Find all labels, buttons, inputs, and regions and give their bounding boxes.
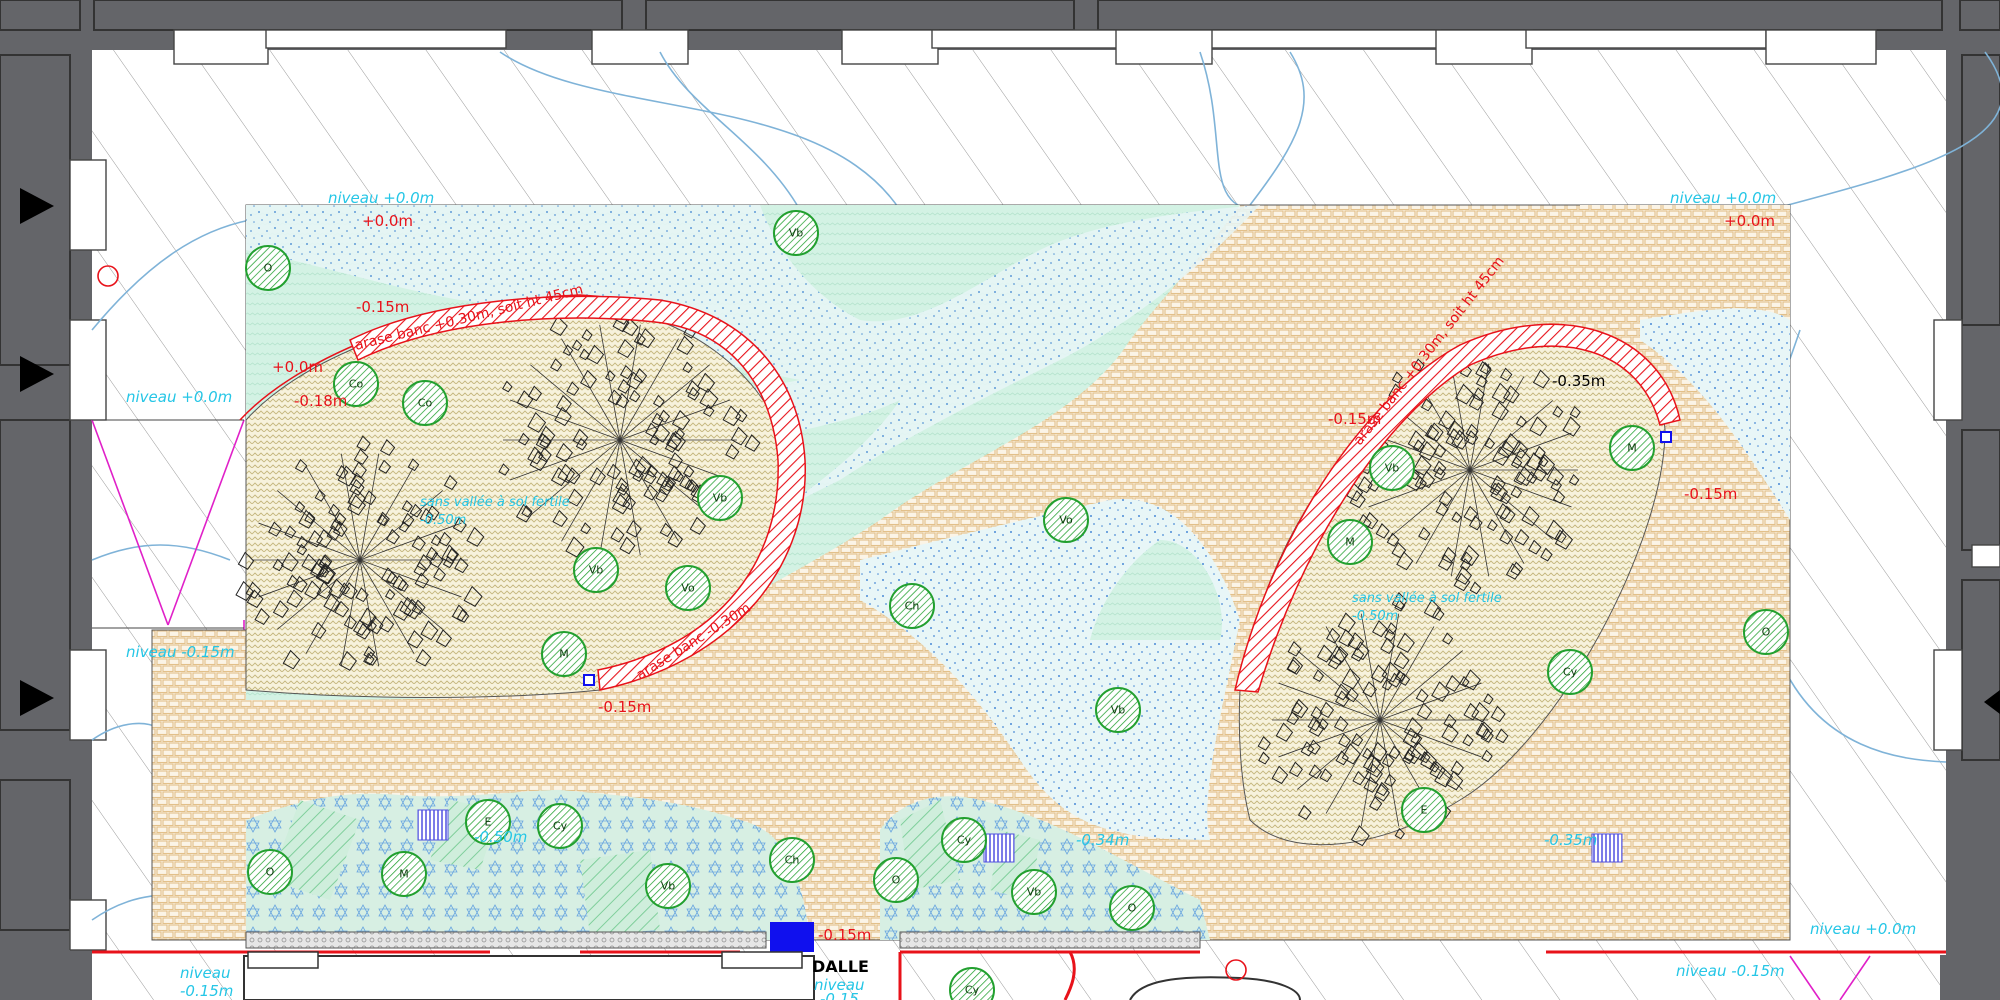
gravel-strip-left — [245, 931, 767, 949]
level-bottom-right-a: niveau +0.0m — [1810, 920, 1916, 938]
level-bottom-left-niveau: niveau — [180, 964, 230, 982]
tree-8: M — [541, 631, 587, 677]
level-top-right-red: +0.0m — [1724, 212, 1775, 230]
tree-label: M — [559, 648, 569, 661]
grate-2 — [983, 833, 1015, 863]
level-bottom-right-b: niveau -0.15m — [1676, 962, 1785, 980]
level-bed-right-035: -0.35m — [1552, 372, 1605, 390]
tree-2: Vb — [773, 210, 819, 256]
tree-17: O — [247, 849, 293, 895]
tree-label: O — [1762, 626, 1771, 639]
level-dalle-val: -0.15 — [820, 990, 859, 1000]
level-bed-right-left: -0.15m — [1328, 410, 1381, 428]
tree-label: M — [1627, 442, 1637, 455]
tree-1: O — [245, 245, 291, 291]
note-right-bed-1: sans vallée à sol fertile — [1352, 591, 1502, 606]
tree-19: Cy — [537, 803, 583, 849]
tree-label: Cy — [553, 820, 568, 833]
drain-right — [1660, 431, 1672, 443]
drain-outlet-block — [770, 922, 814, 952]
dalle-label: DALLE — [812, 957, 869, 976]
tree-label: Cy — [965, 984, 980, 997]
tree-label: M — [1345, 536, 1355, 549]
tree-12: Vb — [1369, 445, 1415, 491]
gravel-strip-right — [899, 931, 1201, 949]
note-left-bed-2: -0.50m — [420, 513, 466, 528]
tree-27: O — [1109, 885, 1155, 931]
tree-label: Vb — [661, 880, 676, 893]
tree-label: E — [1421, 804, 1428, 817]
tree-label: M — [399, 868, 409, 881]
level-bed-left-top: -0.15m — [356, 298, 409, 316]
tree-label: Ch — [785, 854, 800, 867]
tree-label: Vb — [789, 227, 804, 240]
level-right-035: -0.35m — [1544, 831, 1597, 849]
grate-1 — [417, 809, 449, 841]
tree-label: Vb — [713, 492, 728, 505]
tree-6: Vb — [573, 547, 619, 593]
tree-label: Vb — [1385, 462, 1400, 475]
note-right-bed-2: -0.50m — [1352, 609, 1398, 624]
tree-21: M — [381, 851, 427, 897]
level-bed-left-018: -0.18m — [294, 392, 347, 410]
level-mid-034: -0.34m — [1076, 831, 1129, 849]
tree-label: Ch — [905, 600, 920, 613]
level-top-left-red: +0.0m — [362, 212, 413, 230]
level-bottom-left-val: -0.15m — [180, 982, 233, 1000]
tree-label: Vo — [1059, 514, 1073, 527]
tree-label: O — [892, 874, 901, 887]
note-left-bed-1: sans vallée à sol fertile — [420, 495, 570, 510]
tree-label: O — [264, 262, 273, 275]
tree-label: O — [266, 866, 275, 879]
tree-7: Vo — [665, 565, 711, 611]
tree-label: Co — [349, 378, 364, 391]
tree-16: E — [1401, 787, 1447, 833]
tree-9: Vo — [1043, 497, 1089, 543]
level-bed-right-right: -0.15m — [1684, 485, 1737, 503]
level-left-a: niveau +0.0m — [126, 388, 232, 406]
level-bed-left-plus: +0.0m — [272, 358, 323, 376]
tree-14: M — [1609, 425, 1655, 471]
tree-label: Cy — [957, 834, 972, 847]
tree-label: Vb — [1027, 886, 1042, 899]
level-left-b: niveau -0.15m — [126, 643, 235, 661]
tree-11: Vb — [1095, 687, 1141, 733]
tree-label: Vb — [1111, 704, 1126, 717]
tree-26: Vb — [1011, 869, 1057, 915]
tree-22: Vb — [645, 863, 691, 909]
tree-label: E — [485, 816, 492, 829]
tree-label: Vb — [589, 564, 604, 577]
tree-23: Ch — [769, 837, 815, 883]
tree-25: O — [873, 857, 919, 903]
level-bed-left-bottom: -0.15m — [598, 698, 651, 716]
level-drain: -0.15m — [818, 926, 871, 944]
tree-20: O — [1743, 609, 1789, 655]
level-top-right: niveau +0.0m — [1670, 189, 1776, 207]
tree-label: Cy — [1563, 666, 1578, 679]
tree-4: Co — [402, 380, 448, 426]
tree-24: Cy — [941, 817, 987, 863]
drain-left — [583, 674, 595, 686]
tree-10: Ch — [889, 583, 935, 629]
tree-label: O — [1128, 902, 1137, 915]
tree-label: Co — [418, 397, 433, 410]
tree-label: Vo — [681, 582, 695, 595]
tree-5: Vb — [697, 475, 743, 521]
level-top-left: niveau +0.0m — [328, 189, 434, 207]
tree-13: M — [1327, 519, 1373, 565]
landscape-site-plan: O Vb Co Co Vb Vb Vo M Vo Ch Vb Vb M M Cy E O E Cy O M Vb Ch Cy O… — [0, 0, 2000, 1000]
tree-15: Cy — [1547, 649, 1593, 695]
level-left-mid-cyan: -0.50m — [474, 828, 527, 846]
